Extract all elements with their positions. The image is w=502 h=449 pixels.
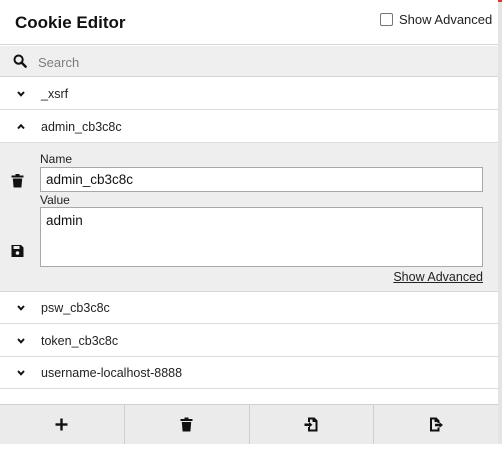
cookie-editor-popup: Cookie Editor Show Advanced _xsrf admin_… [0, 0, 502, 449]
show-advanced-link[interactable]: Show Advanced [393, 270, 483, 284]
cookie-row-admin[interactable]: admin_cb3c8c [0, 112, 498, 143]
show-advanced-checkbox[interactable] [380, 13, 393, 26]
footer-toolbar [0, 404, 498, 444]
chevron-down-icon[interactable] [16, 89, 26, 99]
delete-all-button[interactable] [125, 405, 250, 444]
cookie-row-username[interactable]: username-localhost-8888 [0, 358, 498, 389]
export-icon [429, 417, 443, 432]
header: Cookie Editor Show Advanced [0, 0, 498, 45]
trash-icon[interactable] [11, 174, 24, 188]
plus-icon [55, 418, 68, 431]
chevron-down-icon[interactable] [16, 336, 26, 346]
add-cookie-button[interactable] [0, 405, 125, 444]
export-button[interactable] [374, 405, 498, 444]
chevron-down-icon[interactable] [16, 303, 26, 313]
cookie-name: username-localhost-8888 [41, 366, 183, 380]
chevron-down-icon[interactable] [16, 368, 26, 378]
cookie-row-xsrf[interactable]: _xsrf [0, 79, 498, 110]
cookie-value-field[interactable]: admin [40, 207, 483, 267]
cookie-name: psw_cb3c8c [41, 301, 110, 315]
value-label: Value [40, 193, 70, 207]
scrollbar-track[interactable] [498, 0, 502, 449]
cookie-name: _xsrf [41, 87, 69, 101]
cookie-row-psw[interactable]: psw_cb3c8c [0, 293, 498, 324]
trash-icon [180, 417, 193, 432]
app-title: Cookie Editor [15, 13, 126, 32]
cookie-editor-panel: Name admin_cb3c8c Value admin Show Advan… [0, 143, 498, 292]
cookie-name: token_cb3c8c [41, 334, 119, 348]
chevron-up-icon[interactable] [16, 122, 26, 132]
cookie-name-field[interactable]: admin_cb3c8c [40, 167, 483, 192]
bottom-strip [0, 444, 502, 449]
search-bar [0, 46, 498, 77]
cookie-row-token[interactable]: token_cb3c8c [0, 326, 498, 357]
show-advanced-label: Show Advanced [399, 12, 493, 27]
import-button[interactable] [250, 405, 375, 444]
search-input[interactable] [38, 51, 488, 73]
import-icon [304, 417, 318, 432]
cookie-name: admin_cb3c8c [41, 120, 122, 134]
show-advanced-toggle[interactable]: Show Advanced [380, 12, 492, 27]
name-label: Name [40, 152, 73, 166]
search-icon [13, 54, 27, 68]
save-icon[interactable] [11, 244, 24, 258]
